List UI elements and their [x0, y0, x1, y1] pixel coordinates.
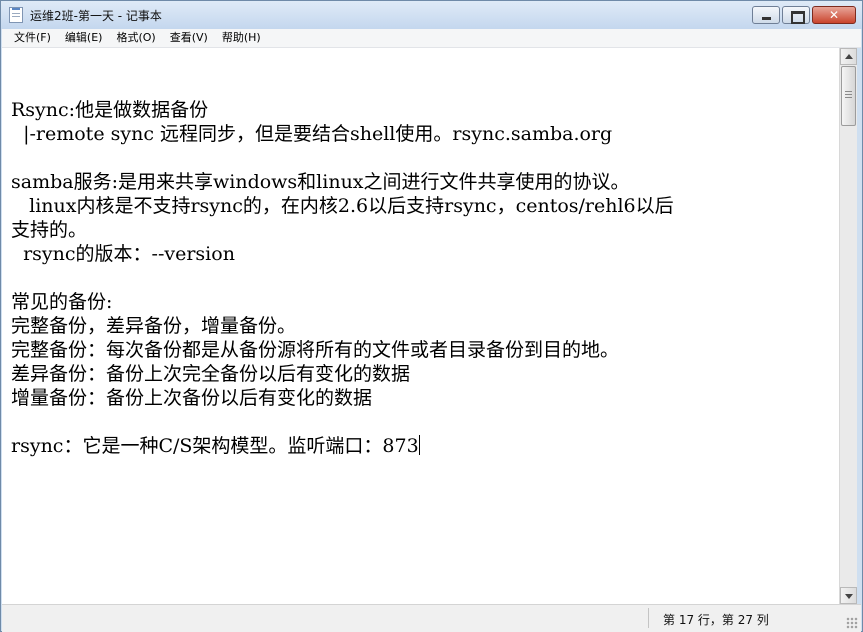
- close-icon: ✕: [828, 8, 840, 22]
- text-line: 完整备份：每次备份都是从备份源将所有的文件或者目录备份到目的地。: [11, 339, 620, 361]
- title-bar[interactable]: 运维2班-第一天 - 记事本 ✕: [1, 1, 862, 29]
- text-line: |-remote sync 远程同步，但是要结合shell使用。rsync.sa…: [11, 123, 613, 145]
- text-line: linux内核是不支持rsync的，在内核2.6以后支持rsync，centos…: [11, 195, 674, 217]
- notepad-window: 运维2班-第一天 - 记事本 ✕ 文件(F) 编辑(E) 格式(O) 查看(V)…: [0, 0, 863, 632]
- text-line: [11, 146, 674, 170]
- menu-format[interactable]: 格式(O): [110, 29, 161, 47]
- maximize-button[interactable]: [782, 6, 810, 24]
- text-line: 差异备份：备份上次完全备份以后有变化的数据: [11, 363, 411, 385]
- text-line: 完整备份，差异备份，增量备份。: [11, 315, 297, 337]
- text-line: [11, 410, 674, 434]
- text-caret: [418, 435, 420, 455]
- notepad-icon[interactable]: [9, 7, 23, 23]
- window-title: 运维2班-第一天 - 记事本: [30, 9, 162, 23]
- status-divider: [648, 608, 649, 628]
- text-line: [11, 266, 674, 290]
- cursor-position: 第 17 行，第 27 列: [663, 613, 769, 627]
- text-line: rsync的版本：--version: [11, 243, 235, 265]
- text-editor[interactable]: Rsync:他是做数据备份 |-remote sync 远程同步，但是要结合sh…: [2, 48, 839, 604]
- menu-edit[interactable]: 编辑(E): [59, 29, 109, 47]
- arrow-up-icon[interactable]: [840, 48, 857, 65]
- text-line-last: rsync：它是一种C/S架构模型。监听端口：873: [11, 434, 674, 458]
- menu-file[interactable]: 文件(F): [8, 29, 57, 47]
- arrow-down-icon[interactable]: [840, 587, 857, 604]
- text-line: 常见的备份:: [11, 291, 113, 313]
- vertical-scrollbar[interactable]: [839, 48, 857, 604]
- menu-help[interactable]: 帮助(H): [216, 29, 267, 47]
- editor-text: Rsync:他是做数据备份 |-remote sync 远程同步，但是要结合sh…: [11, 98, 674, 458]
- text-line: Rsync:他是做数据备份: [11, 99, 209, 121]
- status-bar: 第 17 行，第 27 列: [2, 604, 861, 632]
- text-line: samba服务:是用来共享windows和linux之间进行文件共享使用的协议。: [11, 171, 630, 193]
- text-line: 支持的。: [11, 219, 88, 241]
- close-button[interactable]: ✕: [812, 6, 856, 24]
- menu-bar: 文件(F) 编辑(E) 格式(O) 查看(V) 帮助(H): [2, 29, 861, 48]
- scrollbar-thumb[interactable]: [841, 66, 856, 126]
- text-line: 增量备份：备份上次备份以后有变化的数据: [11, 387, 373, 409]
- window-controls: ✕: [750, 6, 856, 24]
- last-line-text: rsync：它是一种C/S架构模型。监听端口：873: [11, 435, 419, 457]
- minimize-button[interactable]: [752, 6, 780, 24]
- resize-grip-icon[interactable]: [846, 617, 858, 629]
- menu-view[interactable]: 查看(V): [164, 29, 214, 47]
